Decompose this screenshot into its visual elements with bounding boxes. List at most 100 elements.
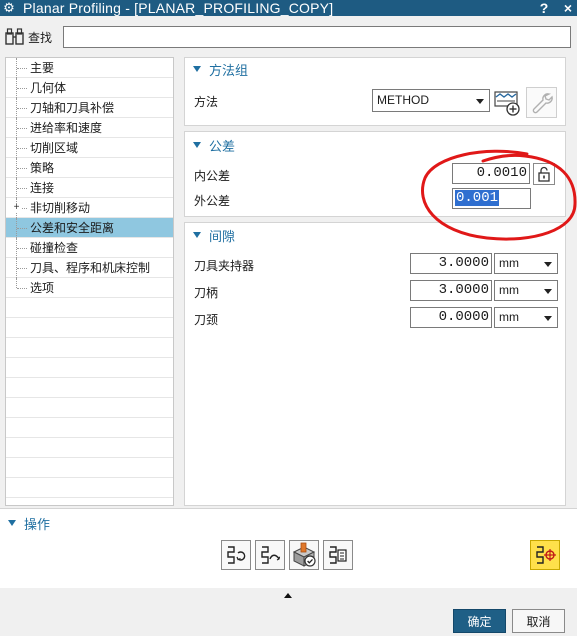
clearance-unit-select[interactable]: mm: [494, 280, 558, 301]
tree-connector: [17, 128, 27, 129]
tree-item-label: 选项: [30, 281, 55, 295]
clearance-header[interactable]: 间隙: [185, 224, 565, 246]
collapse-triangle-icon: [193, 66, 201, 72]
verify-icon: [292, 542, 316, 567]
tree-item[interactable]: 切削区域: [6, 138, 173, 158]
tree-item-label: 公差和安全距离: [30, 221, 115, 235]
tree-empty-row: [6, 298, 173, 318]
info-icon: [536, 546, 556, 564]
tolerance-header[interactable]: 公差: [185, 134, 565, 156]
window-title: Planar Profiling - [PLANAR_PROFILING_COP…: [23, 0, 334, 16]
verify-button[interactable]: [289, 540, 319, 570]
clearance-value-input[interactable]: 3.0000: [410, 253, 492, 274]
tree-item[interactable]: 选项: [6, 278, 173, 298]
tree-item-label: 切削区域: [30, 141, 79, 155]
tree-item[interactable]: 主要: [6, 58, 173, 78]
create-method-button[interactable]: [492, 86, 523, 117]
clearance-row-label: 刀具夹持器: [194, 259, 255, 273]
tolerance-title: 公差: [209, 138, 236, 154]
outer-tolerance-selected-text: 0.001: [455, 190, 500, 206]
tree-empty-row: [6, 478, 173, 498]
tree-connector: [17, 88, 27, 89]
cancel-button[interactable]: 取消: [512, 609, 565, 633]
method-select[interactable]: METHOD: [372, 89, 490, 112]
tree-item-label: 连接: [30, 181, 55, 195]
tree-item[interactable]: 连接: [6, 178, 173, 198]
tree-empty-row: [6, 318, 173, 338]
collapse-strip[interactable]: [0, 588, 577, 602]
tree-empty-row: [6, 458, 173, 478]
outer-tolerance-input[interactable]: 0.001: [452, 188, 531, 209]
expand-icon[interactable]: +: [12, 203, 21, 213]
tree-item[interactable]: 策略: [6, 158, 173, 178]
outer-tolerance-label: 外公差: [194, 194, 231, 208]
method-group-title: 方法组: [209, 62, 249, 78]
tree-item[interactable]: 刀轴和刀具补偿: [6, 98, 173, 118]
tree-item-label: 非切削移动: [30, 201, 91, 215]
tree-item-label: 刀轴和刀具补偿: [30, 101, 115, 115]
collapse-triangle-icon: [193, 232, 201, 238]
collapse-triangle-icon: [8, 520, 16, 526]
inner-tolerance-label: 内公差: [194, 169, 231, 183]
gear-icon: ⚙: [3, 0, 15, 15]
unit-value: mm: [499, 256, 519, 270]
tree-item[interactable]: 刀具、程序和机床控制: [6, 258, 173, 278]
operations-header[interactable]: 操作: [0, 512, 50, 534]
operations-panel: 操作: [0, 508, 577, 588]
binoculars-icon: [5, 28, 24, 45]
tree-connector: [17, 248, 27, 249]
wrench-icon: [532, 92, 553, 113]
close-button[interactable]: ×: [560, 0, 576, 16]
method-group-header[interactable]: 方法组: [185, 58, 565, 80]
clearance-title: 间隙: [209, 228, 236, 244]
tolerance-panel: 公差 内公差 0.0010 外公差 0.001: [184, 131, 566, 217]
info-button[interactable]: [530, 540, 560, 570]
collapse-up-icon: [284, 593, 292, 598]
tree-item[interactable]: 公差和安全距离: [6, 218, 173, 238]
clearance-row-label: 刀柄: [194, 286, 219, 300]
tree-item[interactable]: 进给率和速度: [6, 118, 173, 138]
tree-empty-row: [6, 378, 173, 398]
tree-empty-row: [6, 358, 173, 378]
unit-value: mm: [499, 283, 519, 297]
lock-icon: [538, 166, 550, 182]
replay-button[interactable]: [255, 540, 285, 570]
clearance-row-label: 刀颈: [194, 313, 219, 327]
generate-button[interactable]: [221, 540, 251, 570]
tree-item[interactable]: 碰撞检查: [6, 238, 173, 258]
clearance-value-input[interactable]: 3.0000: [410, 280, 492, 301]
tree-empty-row: [6, 338, 173, 358]
navigation-tree: 主要 几何体刀轴和刀具补偿 进给率和速度 切削区域策略连接 + 非切削移动公差和安全距离碰…: [5, 57, 174, 506]
clearance-value-input[interactable]: 0.0000: [410, 307, 492, 328]
tree-connector: [17, 188, 27, 189]
list-button[interactable]: [323, 540, 353, 570]
tree-connector: [17, 168, 27, 169]
edit-method-button[interactable]: [526, 87, 557, 118]
tree-item-label: 碰撞检查: [30, 241, 79, 255]
search-input[interactable]: [63, 26, 571, 48]
tree-item-label: 策略: [30, 161, 55, 175]
tree-item[interactable]: 几何体: [6, 78, 173, 98]
tree-connector: [16, 278, 17, 288]
tree-item-label: 刀具、程序和机床控制: [30, 261, 151, 275]
search-label: 查找: [28, 30, 53, 45]
ok-button[interactable]: 确定: [453, 609, 506, 633]
list-icon: [329, 546, 347, 564]
help-button[interactable]: ?: [536, 0, 552, 16]
tree-item-label: 进给率和速度: [30, 121, 103, 135]
tree-empty-row: [6, 398, 173, 418]
inner-tolerance-input[interactable]: 0.0010: [452, 163, 530, 184]
clearance-unit-select[interactable]: mm: [494, 253, 558, 274]
clearance-unit-select[interactable]: mm: [494, 307, 558, 328]
tree-connector: [17, 268, 27, 269]
tree-empty-row: [6, 438, 173, 458]
tree-item[interactable]: + 非切削移动: [6, 198, 173, 218]
tree-connector: [17, 68, 27, 69]
collapse-triangle-icon: [193, 142, 201, 148]
tree-connector: [17, 288, 27, 289]
tree-empty-row: [6, 418, 173, 438]
search-bar: 查找: [0, 22, 577, 52]
generate-icon: [227, 546, 246, 564]
tolerance-lock-button[interactable]: [533, 163, 555, 185]
unit-value: mm: [499, 310, 519, 324]
